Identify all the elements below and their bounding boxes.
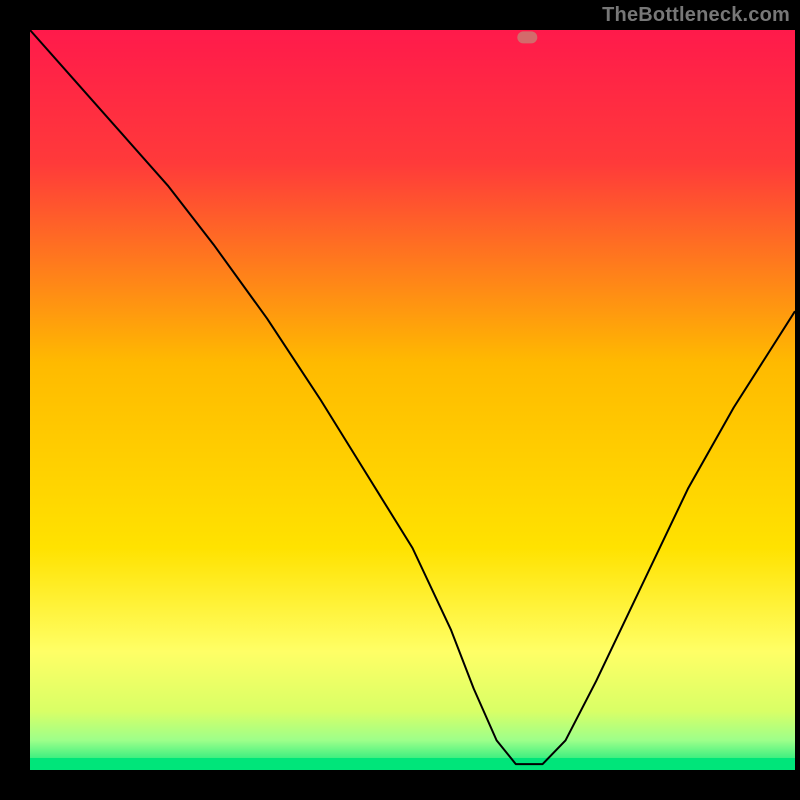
chart-svg [0,0,800,800]
chart-container: TheBottleneck.com [0,0,800,800]
watermark-text: TheBottleneck.com [602,4,790,27]
plot-background [30,30,795,770]
optimum-marker [517,31,537,43]
